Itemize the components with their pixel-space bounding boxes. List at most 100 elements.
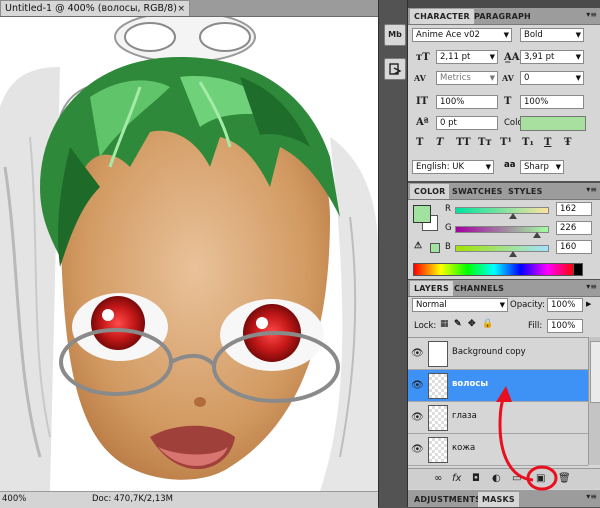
foreground-color-swatch[interactable]: [413, 205, 431, 223]
font-size-icon: ᴛT: [416, 52, 430, 63]
canvas-artwork: [0, 17, 378, 491]
baseline-shift-icon: Aª: [416, 117, 429, 128]
horizontal-scale-icon: T: [504, 96, 512, 107]
lock-transparent-icon[interactable]: ▦: [440, 319, 449, 329]
tab-paragraph[interactable]: PARAGRAPH: [470, 9, 535, 24]
zoom-field[interactable]: 400%: [2, 492, 42, 506]
document-title: Untitled-1 @ 400% (волосы, RGB/8): [5, 3, 177, 14]
kerning-value: Metrics: [440, 73, 471, 83]
document-window: Untitled-1 @ 400% (волосы, RGB/8) × 400%…: [0, 0, 378, 508]
antialias-select[interactable]: Sharp ▼: [520, 160, 564, 174]
tab-swatches[interactable]: SWATCHES: [448, 184, 507, 199]
font-family-select[interactable]: Anime Ace v02 ▼: [412, 28, 512, 42]
all-caps-button[interactable]: TT: [456, 137, 471, 148]
green-slider-thumb[interactable]: [532, 232, 541, 238]
kerning-select[interactable]: Metrics ▼: [436, 71, 498, 85]
color-tabs: COLOR SWATCHES STYLES ▾≡: [408, 183, 600, 200]
chevron-down-icon: ▼: [499, 301, 505, 309]
font-size-value: 2,11 pt: [440, 52, 471, 62]
document-tab[interactable]: Untitled-1 @ 400% (волосы, RGB/8) ×: [0, 0, 190, 16]
font-family-value: Anime Ace v02: [416, 30, 480, 40]
underline-button[interactable]: T: [544, 137, 551, 148]
tab-styles[interactable]: STYLES: [504, 184, 547, 199]
horizontal-scale-field[interactable]: 100%: [520, 95, 584, 109]
red-slider[interactable]: [455, 207, 549, 214]
channel-b-label: B: [445, 242, 451, 252]
tracking-value: 0: [524, 73, 530, 83]
channel-r-label: R: [445, 204, 451, 214]
color-ramp[interactable]: [413, 263, 575, 276]
lock-position-icon[interactable]: ✥: [468, 319, 476, 329]
superscript-button[interactable]: T¹: [500, 137, 512, 148]
blue-value-field[interactable]: 160: [556, 240, 592, 254]
chevron-down-icon: ▼: [575, 53, 581, 61]
color-panel: COLOR SWATCHES STYLES ▾≡ ⚠ R 162 G 226 B…: [408, 183, 600, 279]
panel-menu-icon[interactable]: ▾≡: [586, 185, 597, 194]
channel-g-label: G: [445, 223, 452, 233]
opacity-field[interactable]: 100%: [547, 298, 583, 312]
tab-channels[interactable]: CHANNELS: [450, 281, 508, 296]
tab-color[interactable]: COLOR: [410, 184, 450, 199]
vertical-scale-icon: IT: [416, 96, 429, 107]
blend-mode-value: Normal: [416, 300, 447, 310]
strikethrough-button[interactable]: Ŧ: [564, 137, 571, 148]
tracking-select[interactable]: 0 ▼: [520, 71, 584, 85]
leading-select[interactable]: 3,91 pt ▼: [520, 50, 584, 64]
annotation-arrow: [496, 386, 558, 491]
close-icon[interactable]: ×: [177, 1, 185, 17]
chevron-down-icon: ▼: [503, 31, 509, 39]
status-bar: 400% Doc: 470,7K/2,13M: [0, 491, 378, 508]
text-color-swatch[interactable]: [520, 116, 586, 131]
chevron-down-icon: ▼: [575, 74, 581, 82]
tab-bar-empty: [190, 0, 378, 16]
chevron-down-icon: ▼: [575, 31, 581, 39]
faux-italic-button[interactable]: T: [436, 137, 443, 148]
blend-mode-select[interactable]: Normal ▼: [412, 298, 508, 312]
chevron-down-icon: ▼: [489, 74, 495, 82]
vertical-scale-field[interactable]: 100%: [436, 95, 498, 109]
lock-image-icon[interactable]: ✎: [454, 319, 462, 329]
mini-bridge-icon[interactable]: Mb: [384, 24, 406, 46]
leading-icon: A̲A: [504, 52, 520, 63]
language-select[interactable]: English: UK ▼: [412, 160, 494, 174]
history-icon[interactable]: [384, 58, 406, 80]
panel-dock-header: [408, 0, 600, 8]
icon-dock: Mb: [378, 0, 408, 507]
red-value-field[interactable]: 162: [556, 202, 592, 216]
subscript-button[interactable]: T₁: [522, 137, 534, 148]
chevron-down-icon: ▼: [489, 53, 495, 61]
canvas[interactable]: [0, 17, 378, 491]
chevron-down-icon: ▼: [555, 163, 561, 171]
out-of-gamut-warning-icon[interactable]: ⚠: [414, 241, 422, 251]
character-panel: CHARACTER PARAGRAPH ▾≡ Anime Ace v02 ▼ Bo…: [408, 0, 600, 181]
baseline-shift-field[interactable]: 0 pt: [436, 116, 498, 130]
panel-menu-icon[interactable]: ▾≡: [586, 282, 597, 291]
font-size-select[interactable]: 2,11 pt ▼: [436, 50, 498, 64]
antialias-icon: aa: [504, 160, 516, 170]
gamut-color-swatch[interactable]: [430, 243, 440, 253]
doc-size-info[interactable]: Doc: 470,7K/2,13M: [92, 492, 173, 507]
green-value-field[interactable]: 226: [556, 221, 592, 235]
blue-slider-thumb[interactable]: [508, 251, 517, 257]
character-tabs: CHARACTER PARAGRAPH ▾≡: [408, 8, 600, 25]
black-white-ramp[interactable]: [573, 263, 583, 276]
font-style-select[interactable]: Bold ▼: [520, 28, 584, 42]
small-caps-button[interactable]: Tт: [478, 137, 492, 148]
font-style-value: Bold: [524, 30, 543, 40]
tab-character[interactable]: CHARACTER: [410, 9, 474, 24]
panel-menu-icon[interactable]: ▾≡: [586, 10, 597, 19]
language-value: English: UK: [416, 162, 465, 172]
lock-all-icon[interactable]: 🔒: [482, 319, 493, 329]
faux-bold-button[interactable]: T: [416, 137, 423, 148]
leading-value: 3,91 pt: [524, 52, 555, 62]
antialias-value: Sharp: [524, 162, 549, 172]
layers-tabs: LAYERS CHANNELS ▾≡: [408, 280, 600, 297]
tab-layers[interactable]: LAYERS: [410, 281, 453, 296]
chevron-down-icon: ▼: [485, 163, 491, 171]
tracking-icon: AV: [502, 73, 514, 83]
opacity-label: Opacity:: [510, 300, 545, 310]
opacity-dropdown-icon[interactable]: ▶: [586, 300, 591, 308]
kerning-icon: AV: [414, 73, 426, 83]
blue-slider[interactable]: [455, 245, 549, 252]
red-slider-thumb[interactable]: [509, 213, 518, 219]
